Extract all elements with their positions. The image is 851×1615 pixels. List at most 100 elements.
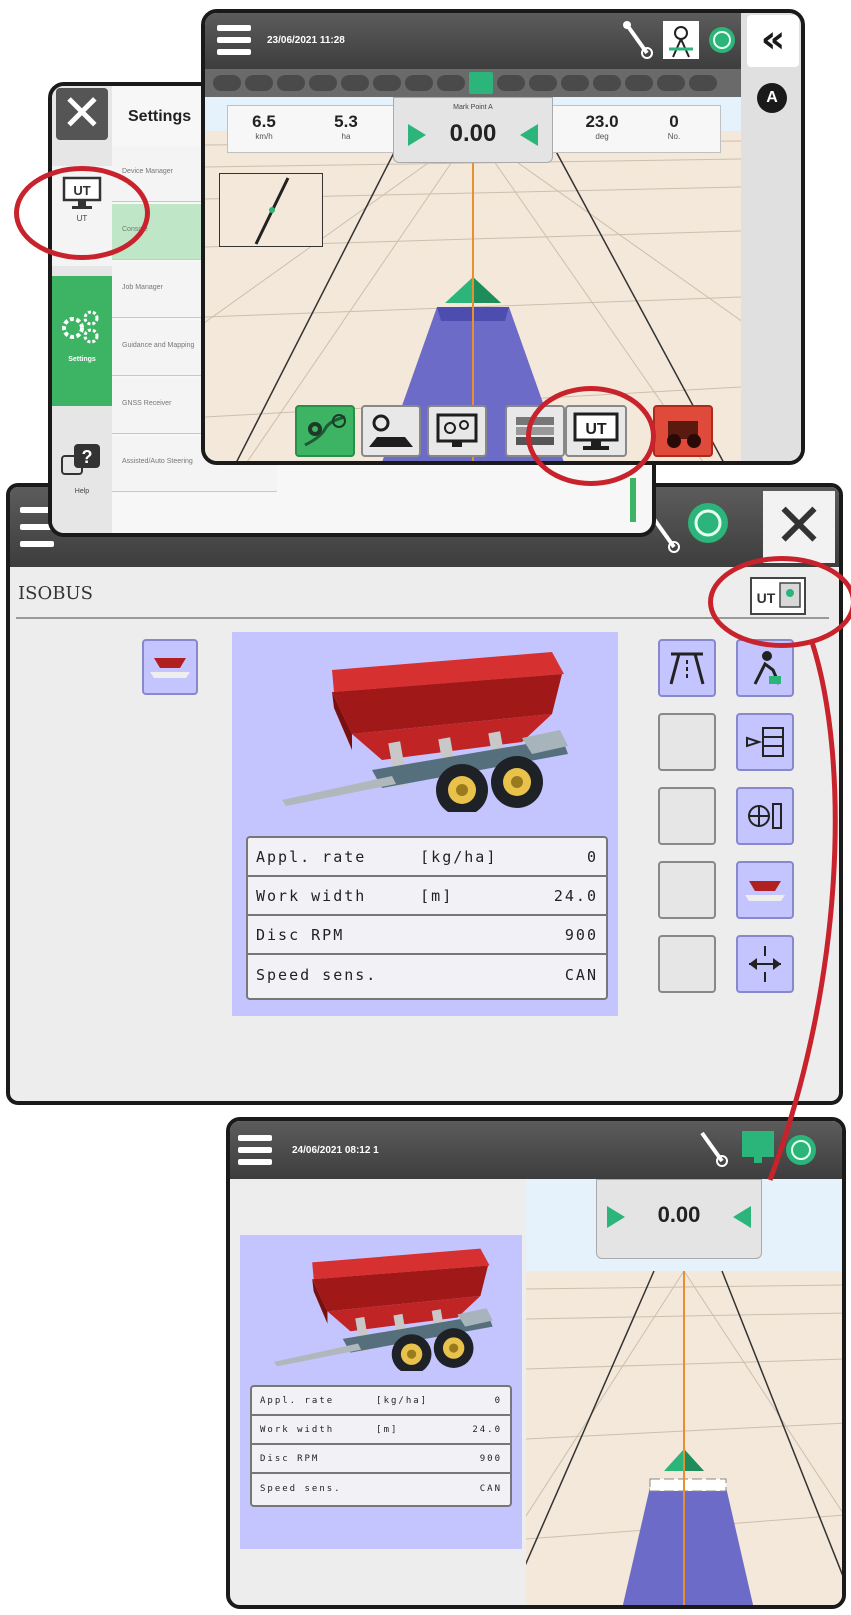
spread-width-icon <box>749 946 781 982</box>
auto-steer-badge[interactable]: A <box>757 83 787 113</box>
isobus-title: ISOBUS <box>18 583 93 604</box>
top-map-screen: 23/06/2021 11:28 « A 6.5 km/h 5.3 ha 23.… <box>201 9 805 465</box>
softkey-empty-2[interactable] <box>658 787 716 845</box>
sidebar-item-settings[interactable]: Settings <box>52 276 112 406</box>
info-cell-speed: 6.5 km/h <box>252 112 276 141</box>
guidance-arrow-left <box>733 1206 751 1228</box>
param-value: 24.0 <box>553 886 598 905</box>
table-row[interactable]: Appl. rate [kg/ha] 0 <box>252 1387 510 1416</box>
softkey-road-mode[interactable] <box>658 639 716 697</box>
param-name: Disc RPM <box>256 925 345 944</box>
param-value: 0 <box>586 847 598 866</box>
spreader-icon <box>745 881 785 901</box>
top-map-statusbar: 23/06/2021 11:28 <box>205 13 801 69</box>
svg-text:?: ? <box>82 447 93 467</box>
param-unit: [m] <box>420 886 454 905</box>
worker-icon <box>753 651 781 685</box>
collapse-chevron-icon[interactable]: « <box>747 15 799 67</box>
alarm-button[interactable] <box>653 405 713 457</box>
softkey-boom-sections[interactable] <box>736 713 794 771</box>
sections-icon <box>746 727 784 757</box>
info-cell-area: 5.3 ha <box>334 112 358 141</box>
table-row[interactable]: Speed sens. CAN <box>248 955 606 994</box>
split-map-view[interactable]: 0.00 <box>526 1179 842 1605</box>
section-indicator <box>213 75 241 91</box>
spreader-illustration <box>266 1241 496 1371</box>
sidebar-label: Help <box>74 488 90 495</box>
table-row[interactable]: Work width [m] 24.0 <box>252 1416 510 1445</box>
globe-status-icon[interactable] <box>784 1133 818 1167</box>
section-indicator <box>593 75 621 91</box>
ut-status-icon[interactable] <box>740 1129 776 1165</box>
callout-ut-toolbar <box>526 386 656 486</box>
mini-implement-panel: Appl. rate [kg/ha] 0 Work width [m] 24.0 Disc … <box>240 1235 522 1549</box>
table-row[interactable]: Speed sens. CAN <box>252 1474 510 1503</box>
param-name: Work width <box>256 886 367 905</box>
tractor-icon <box>667 421 701 448</box>
implement-select-button[interactable] <box>142 639 198 695</box>
table-row[interactable]: Disc RPM 900 <box>248 916 606 955</box>
section-indicator <box>245 75 273 91</box>
implement-panel: Appl. rate [kg/ha] 0 Work width [m] 24.0 Disc … <box>232 632 618 1016</box>
gear-icon <box>62 310 99 344</box>
gear-monitor-icon <box>436 413 478 447</box>
section-indicator <box>341 75 369 91</box>
softkey-empty-4[interactable] <box>658 935 716 993</box>
table-row[interactable]: Work width [m] 24.0 <box>248 877 606 916</box>
datetime: 23/06/2021 11:28 <box>267 35 345 46</box>
softkey-calibration[interactable] <box>736 787 794 845</box>
section-bar <box>205 69 741 97</box>
datetime: 24/06/2021 08:12 1 <box>292 1145 379 1156</box>
split-screen: 24/06/2021 08:12 1 Appl. rate [kg/ha] 0 Wor… <box>226 1117 846 1609</box>
param-name: Disc RPM <box>260 1453 320 1464</box>
title-divider <box>16 617 829 619</box>
callout-ut-sidebar <box>14 166 150 260</box>
param-unit: [kg/ha] <box>376 1395 429 1406</box>
section-indicator-active <box>469 72 493 94</box>
param-unit: [kg/ha] <box>420 847 498 866</box>
mapping-icon <box>369 414 413 447</box>
map-tools-button[interactable] <box>361 405 421 457</box>
guidance-mode-button[interactable] <box>295 405 355 457</box>
road-icon <box>669 652 705 685</box>
globe-status-icon[interactable] <box>707 25 737 55</box>
guidance-label: Mark Point A <box>453 104 493 111</box>
section-indicator <box>497 75 525 91</box>
spreader-illustration <box>272 642 572 812</box>
close-icon[interactable]: ✕ <box>56 88 108 140</box>
system-settings-button[interactable] <box>427 405 487 457</box>
steering-icon[interactable] <box>623 21 653 61</box>
steering-icon[interactable] <box>698 1129 728 1169</box>
mini-data-table: Appl. rate [kg/ha] 0 Work width [m] 24.0 Disc … <box>250 1385 512 1507</box>
spreader-icon <box>150 658 190 678</box>
param-value: 0 <box>494 1395 502 1406</box>
close-icon[interactable]: ✕ <box>763 491 835 563</box>
param-value: CAN <box>564 965 598 984</box>
info-cell-heading: 23.0 deg <box>585 112 619 141</box>
section-indicator <box>277 75 305 91</box>
section-indicator <box>405 75 433 91</box>
table-row[interactable]: Appl. rate [kg/ha] 0 <box>248 838 606 877</box>
menu-icon[interactable] <box>238 1135 272 1165</box>
section-indicator <box>561 75 589 91</box>
mini-map[interactable] <box>219 173 323 247</box>
section-indicator <box>625 75 653 91</box>
sidebar-item-help[interactable]: ? Help <box>52 436 112 516</box>
param-value: 900 <box>479 1453 502 1464</box>
softkey-spread-width[interactable] <box>736 935 794 993</box>
softkey-empty-1[interactable] <box>658 713 716 771</box>
param-value: 24.0 <box>472 1424 502 1435</box>
sidebar-label: Settings <box>68 356 96 363</box>
isobus-screen: ✕ ISOBUS UT Appl. rate [kg/ha] 0 Work width… <box>6 483 843 1105</box>
globe-status-icon[interactable] <box>686 501 730 545</box>
scroll-indicator[interactable] <box>630 478 636 522</box>
softkey-empty-3[interactable] <box>658 861 716 919</box>
param-name: Speed sens. <box>256 965 378 984</box>
softkey-spreader[interactable] <box>736 861 794 919</box>
menu-icon[interactable] <box>217 25 251 55</box>
guidance-display: Mark Point A 0.00 <box>393 97 553 163</box>
gnss-tower-icon[interactable] <box>661 19 701 61</box>
section-indicator <box>309 75 337 91</box>
param-value: 900 <box>564 925 598 944</box>
table-row[interactable]: Disc RPM 900 <box>252 1445 510 1474</box>
